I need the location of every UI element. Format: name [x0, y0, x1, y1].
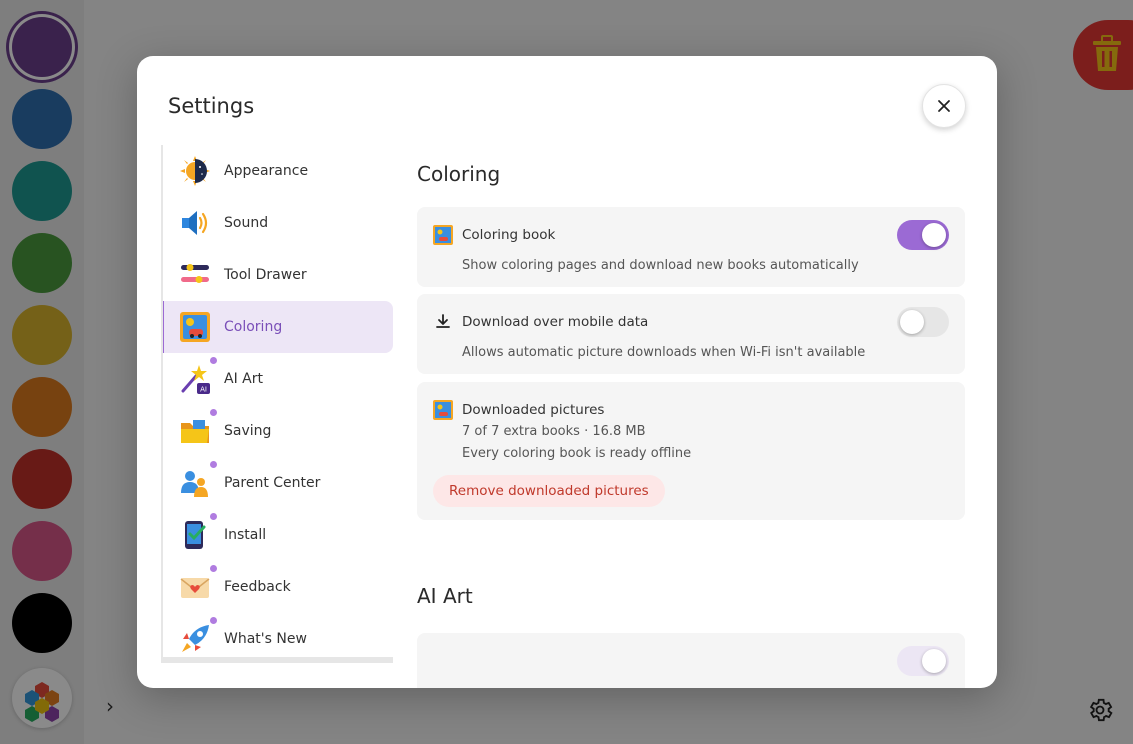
coloring-book-icon	[180, 312, 210, 342]
settings-content: Coloring Coloring book Show coloring pag…	[417, 145, 965, 688]
nav-label: Parent Center	[224, 475, 321, 491]
coloring-book-icon	[433, 225, 453, 245]
setting-coloring-book: Coloring book Show coloring pages and do…	[417, 207, 965, 287]
dialog-title: Settings	[168, 94, 255, 118]
nav-label: AI Art	[224, 371, 263, 387]
nav-item-appearance[interactable]: Appearance	[163, 145, 393, 197]
sun-moon-icon	[180, 156, 210, 186]
nav-item-install[interactable]: Install	[163, 509, 393, 561]
speaker-icon	[182, 211, 208, 235]
nav-item-saving[interactable]: Saving	[163, 405, 393, 457]
download-icon	[436, 314, 450, 328]
setting-title: Coloring book	[462, 227, 556, 243]
nav-item-parent-center[interactable]: Parent Center	[163, 457, 393, 509]
nav-label: Saving	[224, 423, 272, 439]
phone-check-icon	[185, 521, 206, 549]
setting-mobile-data: Download over mobile data Allows automat…	[417, 294, 965, 374]
ai-art-toggle[interactable]	[897, 646, 949, 676]
nav-item-coloring[interactable]: Coloring	[163, 301, 393, 353]
rocket-icon	[182, 625, 209, 652]
close-button[interactable]	[922, 84, 966, 128]
nav-label: What's New	[224, 631, 307, 647]
toggle-knob	[900, 310, 924, 334]
setting-title: Downloaded pictures	[462, 402, 605, 418]
new-indicator-dot	[210, 357, 217, 364]
folder-icon	[181, 420, 209, 443]
sliders-icon	[181, 264, 209, 283]
nav-item-whats-new[interactable]: What's New	[163, 613, 393, 657]
nav-label: Feedback	[224, 579, 291, 595]
mobile-data-toggle[interactable]	[897, 307, 949, 337]
section-heading-coloring: Coloring	[417, 162, 501, 186]
setting-description: Allows automatic picture downloads when …	[462, 345, 866, 360]
nav-item-ai-art[interactable]: AI AI Art	[163, 353, 393, 405]
new-indicator-dot	[210, 513, 217, 520]
toggle-knob	[922, 649, 946, 673]
new-indicator-dot	[210, 409, 217, 416]
nav-item-sound[interactable]: Sound	[163, 197, 393, 249]
new-indicator-dot	[210, 617, 217, 624]
new-indicator-dot	[210, 565, 217, 572]
settings-dialog: Settings Appearance Sound Tool Drawer Co…	[137, 56, 997, 688]
downloaded-pictures-card: Downloaded pictures 7 of 7 extra books ·…	[417, 382, 965, 520]
svg-text:AI: AI	[200, 386, 207, 394]
offline-status: Every coloring book is ready offline	[462, 446, 692, 461]
nav-item-feedback[interactable]: Feedback	[163, 561, 393, 613]
toggle-knob	[922, 223, 946, 247]
setting-title: Download over mobile data	[462, 314, 649, 330]
nav-label: Tool Drawer	[224, 267, 307, 283]
new-indicator-dot	[210, 461, 217, 468]
close-icon	[938, 100, 950, 112]
download-count: 7 of 7 extra books · 16.8 MB	[462, 424, 646, 439]
ai-art-setting-card	[417, 633, 965, 688]
coloring-book-toggle[interactable]	[897, 220, 949, 250]
nav-label: Sound	[224, 215, 269, 231]
setting-description: Show coloring pages and download new boo…	[462, 258, 859, 273]
section-heading-ai-art: AI Art	[417, 584, 473, 608]
coloring-book-icon	[433, 400, 453, 420]
nav-item-tool-drawer[interactable]: Tool Drawer	[163, 249, 393, 301]
envelope-heart-icon	[180, 578, 210, 598]
settings-nav: Appearance Sound Tool Drawer Coloring AI…	[161, 145, 393, 663]
nav-label: Install	[224, 527, 267, 543]
nav-label: Coloring	[224, 319, 283, 335]
parents-icon	[181, 471, 208, 497]
remove-downloaded-button[interactable]: Remove downloaded pictures	[433, 475, 665, 507]
nav-label: Appearance	[224, 163, 309, 179]
magic-wand-icon: AI	[181, 365, 210, 394]
